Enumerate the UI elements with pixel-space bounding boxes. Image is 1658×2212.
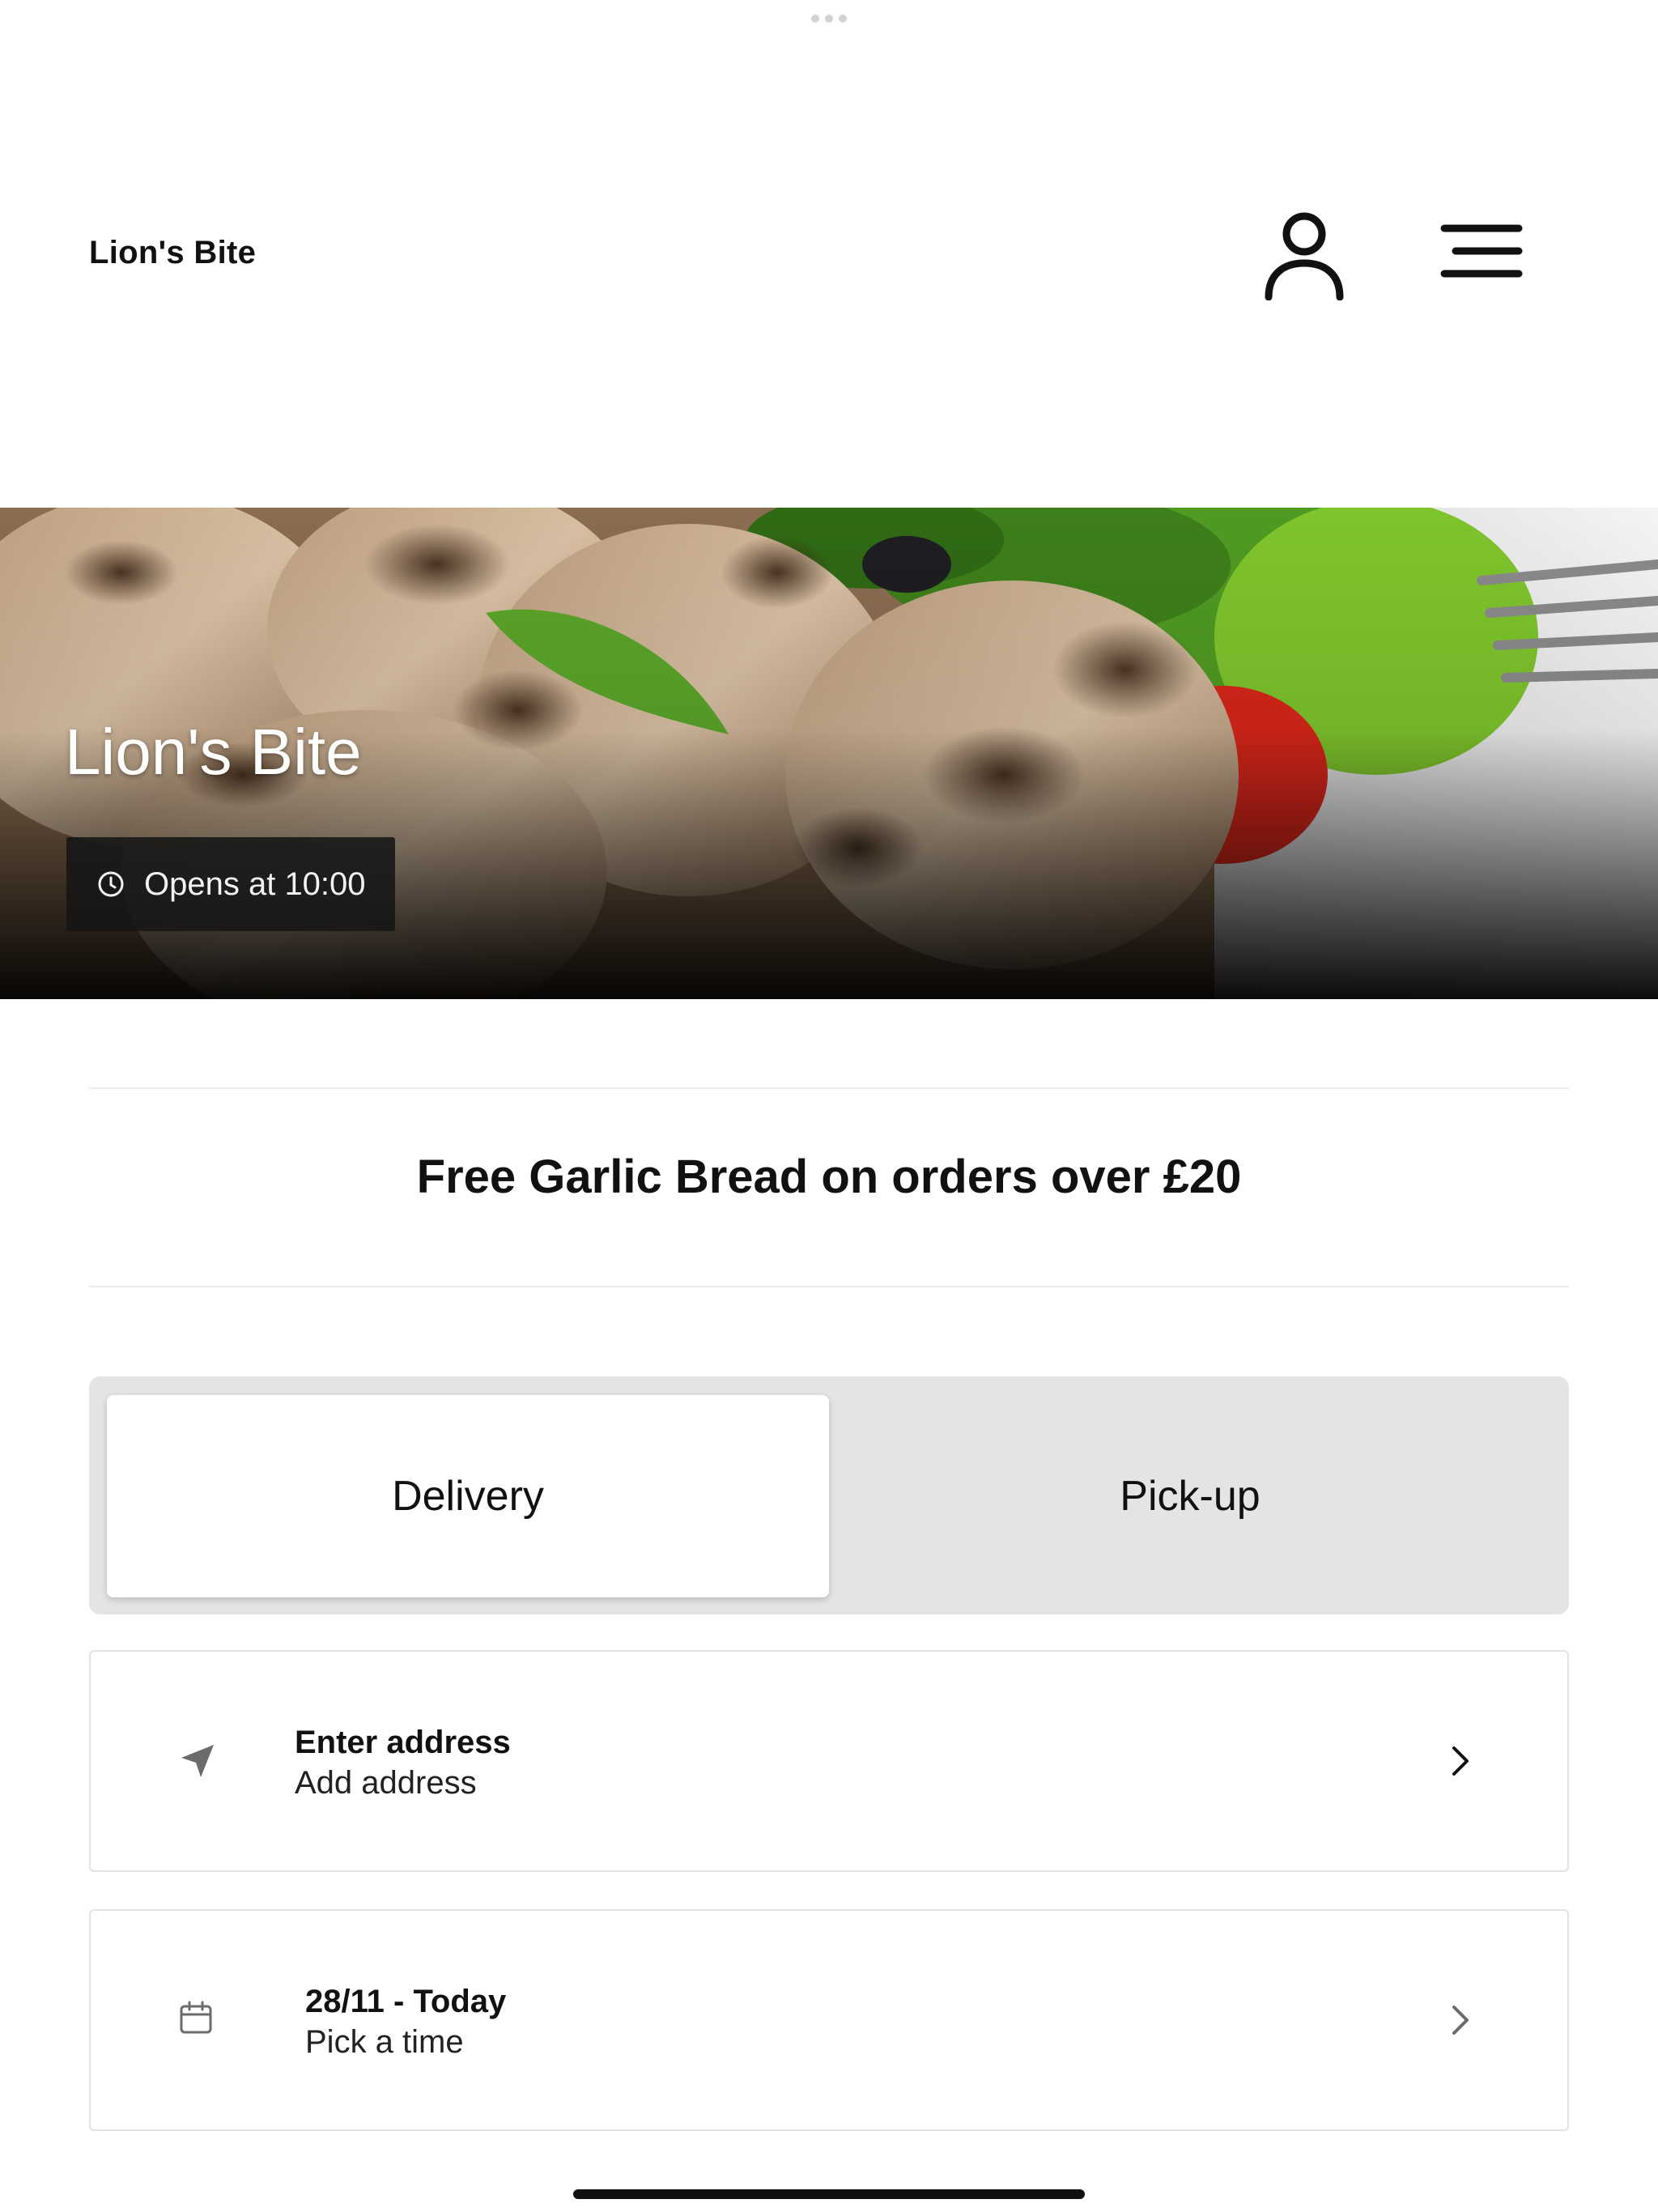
time-subtitle: Pick a time: [305, 2024, 464, 2060]
date-title: 28/11 - Today: [305, 1984, 507, 2019]
divider: [89, 1286, 1569, 1287]
location-arrow-icon: [173, 1737, 222, 1785]
user-icon: [1265, 212, 1344, 300]
address-title: Enter address: [295, 1725, 511, 1760]
home-indicator[interactable]: [573, 2189, 1085, 2199]
opening-hours-badge: Opens at 10:00: [66, 837, 395, 931]
multitasking-dots[interactable]: [811, 15, 847, 23]
dot: [839, 15, 847, 23]
dot: [811, 15, 819, 23]
chevron-right-icon: [1444, 2000, 1477, 2040]
pickup-option[interactable]: Pick-up: [829, 1395, 1551, 1597]
account-button[interactable]: [1260, 206, 1349, 304]
hamburger-menu-icon: [1440, 224, 1523, 278]
divider: [89, 1087, 1569, 1089]
hero-title: Lion's Bite: [65, 716, 362, 788]
clock-icon: [98, 871, 124, 897]
brand-name[interactable]: Lion's Bite: [89, 235, 256, 271]
dot: [825, 15, 833, 23]
calendar-icon: [172, 1993, 220, 2042]
pickup-time-card[interactable]: [89, 1909, 1569, 2131]
delivery-option[interactable]: Delivery: [107, 1395, 829, 1597]
address-subtitle: Add address: [295, 1765, 477, 1801]
promo-banner: Free Garlic Bread on orders over £20: [416, 1151, 1242, 1203]
chevron-right-icon: [1444, 1741, 1477, 1781]
address-card[interactable]: [89, 1650, 1569, 1872]
opening-hours-text: Opens at 10:00: [144, 866, 366, 902]
menu-button[interactable]: [1433, 215, 1530, 287]
